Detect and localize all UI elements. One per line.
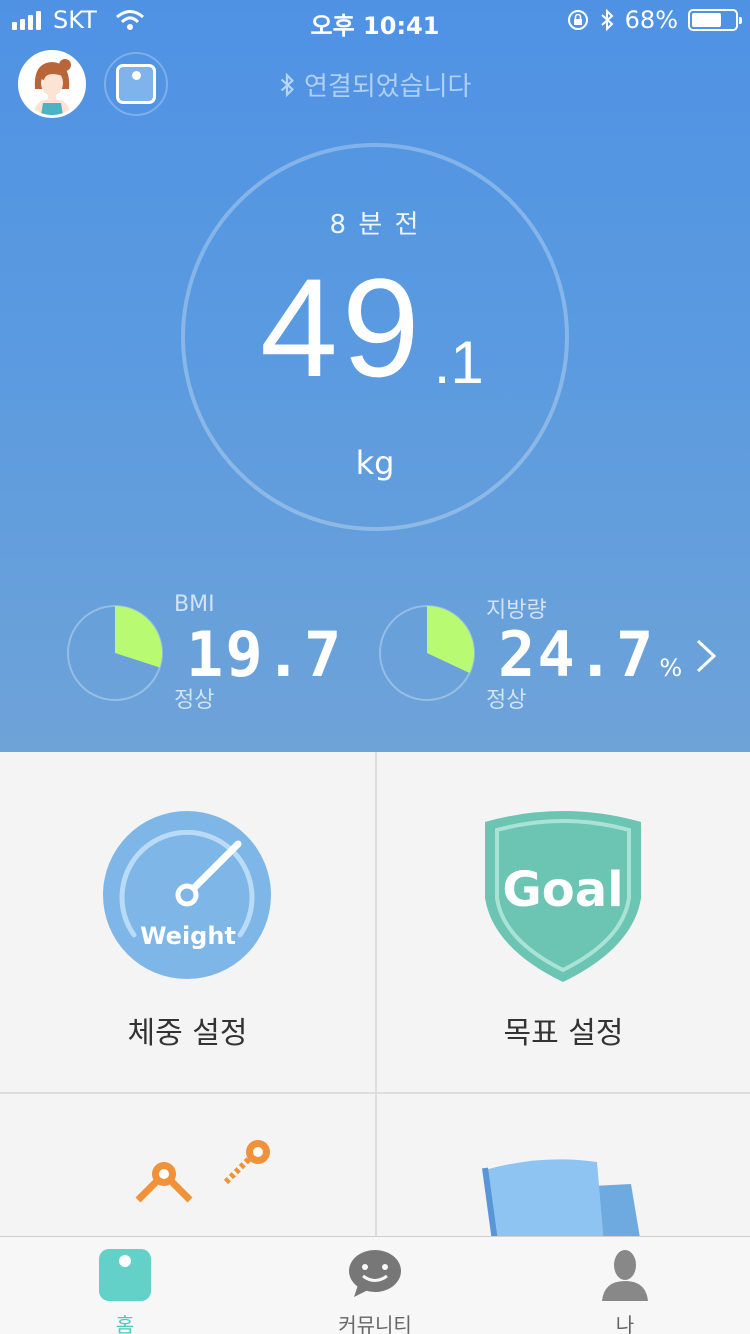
rotation-lock-icon (567, 10, 588, 30)
tab-community[interactable]: 커뮤니티 (250, 1237, 500, 1334)
goal-shield-icon: Goal (485, 811, 641, 982)
metric-value: 24.7% (498, 618, 684, 691)
tab-bar: 홈 커뮤니티 나 (0, 1236, 750, 1334)
status-right: 68% (567, 6, 742, 34)
person-icon (602, 1250, 648, 1301)
bluetooth-icon (280, 72, 294, 97)
home-scale-icon (99, 1249, 151, 1301)
battery-icon (688, 9, 742, 31)
tab-me[interactable]: 나 (500, 1237, 750, 1334)
progress-chart-icon (135, 1140, 270, 1203)
metric-status: 정상 (174, 688, 215, 713)
tab-me-label: 나 (615, 1313, 635, 1334)
goal-icon-text: Goal (502, 862, 623, 918)
metric-number: 19.7 (186, 618, 344, 691)
metric-number: 24.7 (498, 618, 656, 691)
metric-bmi[interactable]: BMI 19.7 정상 (66, 588, 341, 713)
avatar-illustration-icon (21, 53, 83, 115)
metric-fat[interactable]: 지방량 24.7% 정상 (378, 588, 682, 713)
connection-text: 연결되었습니다 (304, 72, 472, 102)
weight-decimal: .1 (433, 329, 484, 396)
chat-icon (349, 1250, 401, 1297)
metric-unit: % (659, 654, 685, 682)
chevron-right-icon[interactable] (692, 636, 722, 676)
tab-community-label: 커뮤니티 (338, 1313, 412, 1334)
menu-cell-progress[interactable] (0, 1094, 375, 1236)
tab-home[interactable]: 홈 (0, 1237, 250, 1334)
hero-panel: SKT 오후 10:41 68% 연결되었습니다 8 분 전 49 .1 kg … (0, 0, 750, 752)
profile-avatar[interactable] (18, 50, 86, 118)
scale-icon (116, 64, 156, 104)
status-bar: SKT 오후 10:41 68% (0, 0, 750, 40)
tab-home-label: 홈 (115, 1313, 135, 1334)
grid-divider-horizontal (0, 1092, 750, 1094)
weight-icon-text: Weight (140, 922, 236, 950)
bluetooth-status-icon (600, 8, 614, 32)
metric-value: 19.7 (186, 618, 343, 691)
bmi-ring-chart (67, 605, 163, 701)
menu-goal-setting[interactable]: Goal 목표 설정 (377, 752, 750, 1092)
flag-icon (482, 1159, 640, 1236)
menu-cell-flag[interactable] (377, 1094, 750, 1236)
menu-weight-setting[interactable]: Weight 체중 설정 (0, 752, 375, 1092)
menu-grid: Weight 체중 설정 Goal 목표 설정 (0, 752, 750, 1236)
battery-fill (692, 13, 721, 27)
battery-percent: 68% (624, 6, 678, 34)
metric-status: 정상 (486, 688, 527, 713)
weight-value: 49 .1 (260, 258, 484, 398)
weight-integer: 49 (260, 249, 424, 406)
goal-setting-label: 목표 설정 (503, 1016, 624, 1051)
scale-device-button[interactable] (104, 52, 168, 116)
metric-label: BMI (174, 592, 215, 617)
weight-gauge-icon: Weight (103, 811, 271, 979)
measure-time-ago: 8 분 전 (329, 210, 421, 240)
bmi-ring-slice (115, 606, 162, 668)
weight-setting-label: 체중 설정 (127, 1016, 248, 1051)
grid-divider-vertical (375, 752, 377, 1236)
fat-ring-chart (379, 605, 475, 701)
fat-ring-slice (427, 606, 474, 674)
weight-unit: kg (355, 444, 395, 482)
connection-status: 연결되었습니다 (278, 66, 471, 103)
